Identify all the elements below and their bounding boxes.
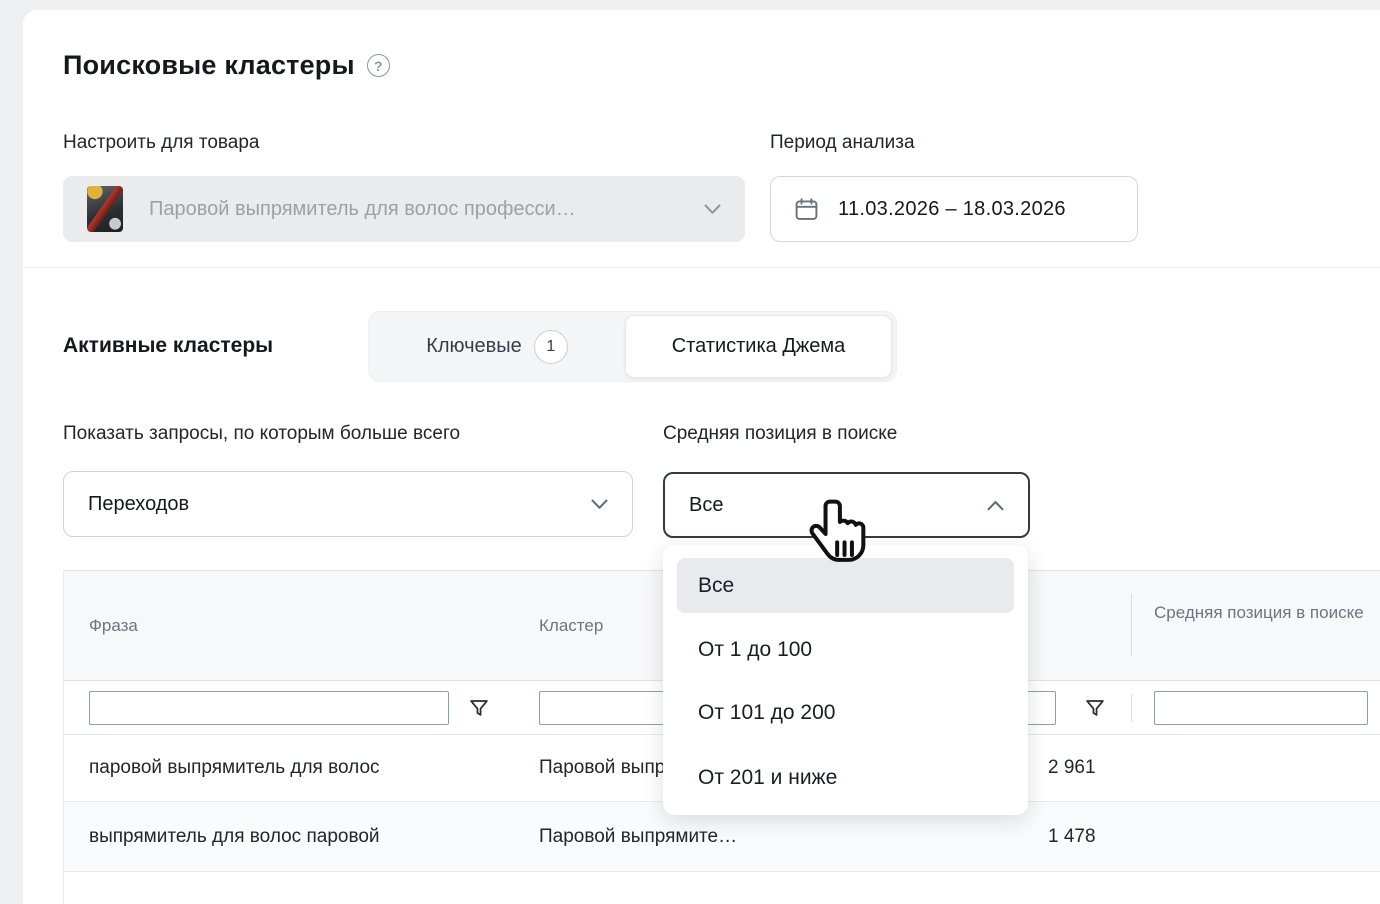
product-select-label: Настроить для товара xyxy=(63,132,260,154)
tab-jam-statistics-label: Статистика Джема xyxy=(672,335,846,358)
dropdown-option-1-100[interactable]: От 1 до 100 xyxy=(698,636,812,664)
dropdown-option-201-below[interactable]: От 201 и ниже xyxy=(698,764,837,792)
cell-cluster: Паровой выпрямите… xyxy=(539,826,737,848)
column-divider xyxy=(1131,594,1132,656)
dropdown-option-101-200[interactable]: От 101 до 200 xyxy=(698,699,835,727)
screen: Поисковые кластеры ? Настроить для товар… xyxy=(0,0,1380,904)
phrase-filter-input[interactable] xyxy=(89,691,449,725)
tab-keywords[interactable]: Ключевые 1 xyxy=(369,312,625,381)
dropdown-option-all[interactable]: Все xyxy=(677,558,1014,613)
page-title-row: Поисковые кластеры ? xyxy=(63,50,390,81)
tab-keywords-label: Ключевые xyxy=(426,335,522,358)
sort-select-value: Переходов xyxy=(88,493,189,516)
page-title: Поисковые кластеры xyxy=(63,50,355,81)
date-range-value: 11.03.2026 – 18.03.2026 xyxy=(838,198,1066,221)
avg-position-filter-input[interactable] xyxy=(1154,691,1368,725)
product-select-value: Паровой выпрямитель для волос професси… xyxy=(149,198,704,221)
column-header-avg-position[interactable]: Средняя позиция в поиске xyxy=(1154,599,1369,626)
content-card: Поисковые кластеры ? Настроить для товар… xyxy=(23,10,1380,904)
position-dropdown-menu: Все От 1 до 100 От 101 до 200 От 201 и н… xyxy=(663,545,1028,815)
clusters-tabs: Ключевые 1 Статистика Джема xyxy=(368,311,897,382)
tab-jam-statistics[interactable]: Статистика Джема xyxy=(625,315,892,378)
chevron-down-icon xyxy=(704,204,721,215)
product-select[interactable]: Паровой выпрямитель для волос професси… xyxy=(63,176,745,242)
active-clusters-heading: Активные кластеры xyxy=(63,334,273,358)
table-row-partial[interactable] xyxy=(64,872,1380,904)
help-icon[interactable]: ? xyxy=(367,54,390,77)
sort-select[interactable]: Переходов xyxy=(63,471,633,537)
tab-keywords-badge: 1 xyxy=(534,330,568,364)
date-range-input[interactable]: 11.03.2026 – 18.03.2026 xyxy=(770,176,1138,242)
column-header-cluster[interactable]: Кластер xyxy=(539,571,603,680)
period-label: Период анализа xyxy=(770,132,915,154)
position-select[interactable]: Все xyxy=(663,472,1030,538)
column-header-phrase[interactable]: Фраза xyxy=(89,571,138,680)
cell-metric: 1 478 xyxy=(1048,826,1096,848)
calendar-icon xyxy=(793,196,820,223)
product-thumbnail xyxy=(87,186,123,232)
filter-funnel-icon[interactable] xyxy=(1084,696,1106,720)
chevron-up-icon xyxy=(987,500,1004,511)
column-divider xyxy=(1131,694,1132,722)
position-select-label: Средняя позиция в поиске xyxy=(663,423,897,445)
filter-funnel-icon[interactable] xyxy=(468,696,490,720)
cell-metric: 2 961 xyxy=(1048,757,1096,779)
position-select-value: Все xyxy=(689,494,723,517)
cell-phrase: паровой выпрямитель для волос xyxy=(89,757,380,779)
section-divider xyxy=(23,267,1380,268)
cell-phrase: выпрямитель для волос паровой xyxy=(89,826,380,848)
chevron-down-icon xyxy=(591,499,608,510)
sort-select-label: Показать запросы, по которым больше всег… xyxy=(63,423,460,445)
